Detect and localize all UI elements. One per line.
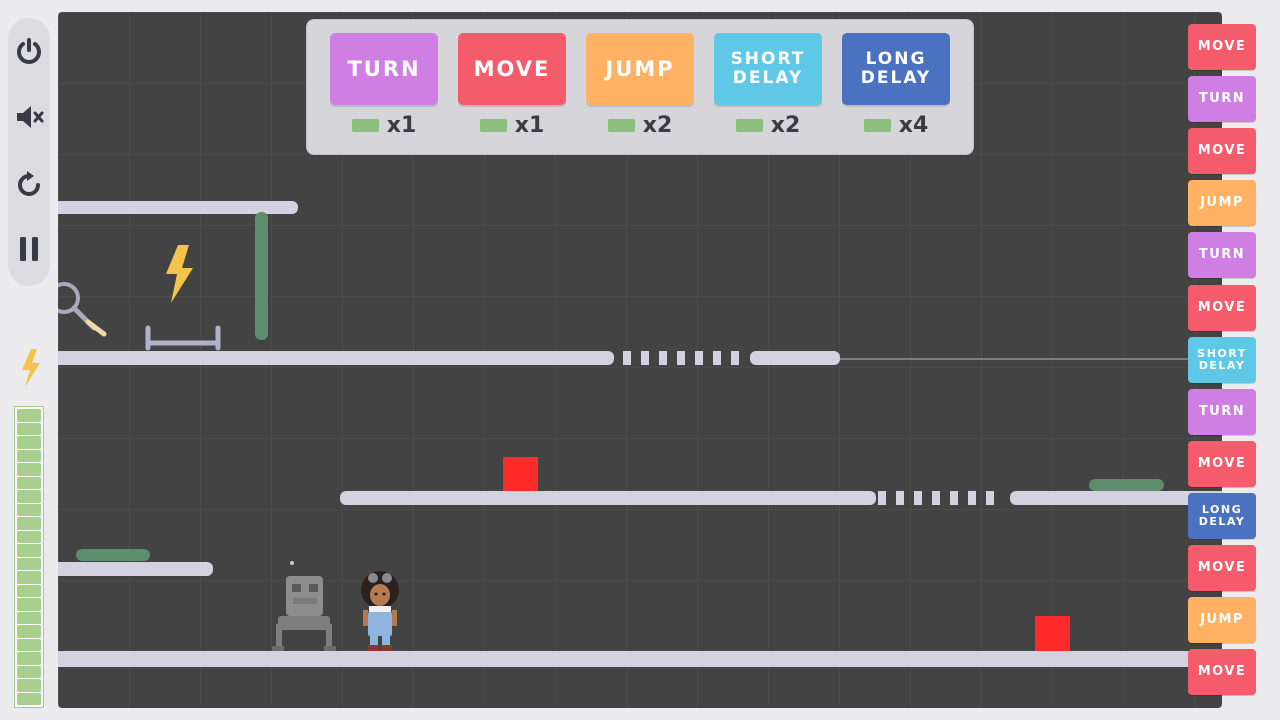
hazard-block <box>1035 616 1070 651</box>
count-label: x1 <box>386 112 417 138</box>
energy-segment <box>17 652 41 665</box>
queue-item[interactable]: MOVE <box>1188 285 1256 331</box>
queue-item[interactable]: TURN <box>1188 232 1256 278</box>
energy-segment <box>17 679 41 692</box>
queue-item[interactable]: MOVE <box>1188 649 1256 695</box>
count-label: x1 <box>514 112 545 138</box>
queue-item[interactable]: MOVE <box>1188 24 1256 70</box>
restart-icon[interactable] <box>14 170 44 200</box>
energy-segment <box>17 665 41 678</box>
control-bar <box>8 18 50 286</box>
energy-segment <box>17 530 41 543</box>
queue-item[interactable]: MOVE <box>1188 441 1256 487</box>
count-bar <box>479 118 507 132</box>
energy-segment <box>17 584 41 597</box>
platform <box>340 491 876 505</box>
platform <box>58 562 213 576</box>
queue-item[interactable]: TURN <box>1188 389 1256 435</box>
queue-item[interactable]: JUMP <box>1188 597 1256 643</box>
jump-count: x2 <box>586 112 694 138</box>
player-character <box>361 571 399 651</box>
energy-segment <box>17 544 41 557</box>
platform <box>58 351 614 365</box>
count-label: x2 <box>770 112 801 138</box>
energy-segment <box>17 598 41 611</box>
lightning-icon <box>19 348 43 388</box>
turn-command-tile[interactable]: TURN <box>330 33 438 105</box>
floor <box>58 651 1222 667</box>
short-delay-count: x2 <box>714 112 822 138</box>
pause-icon[interactable] <box>14 234 44 264</box>
switch-pad <box>76 549 150 561</box>
platform <box>750 351 840 365</box>
hazard-block <box>503 457 538 492</box>
count-bar <box>863 118 891 132</box>
count-bar <box>607 118 635 132</box>
energy-segment <box>17 476 41 489</box>
command-palette: TURN x1 MOVE x1 JUMP x2 SHORT DELAY x2 L… <box>306 19 974 155</box>
power-icon[interactable] <box>14 36 44 66</box>
energy-segment <box>17 449 41 462</box>
count-label: x4 <box>898 112 929 138</box>
energy-segment <box>17 503 41 516</box>
queue-item[interactable]: MOVE <box>1188 545 1256 591</box>
energy-segment <box>17 463 41 476</box>
energy-segment <box>17 571 41 584</box>
robot-sprite <box>272 561 336 651</box>
turn-count: x1 <box>330 112 438 138</box>
energy-segment <box>17 611 41 624</box>
queue-item[interactable]: JUMP <box>1188 180 1256 226</box>
energy-segment <box>17 557 41 570</box>
count-label: x2 <box>642 112 673 138</box>
energy-segment <box>17 409 41 422</box>
long-delay-command-tile[interactable]: LONG DELAY <box>842 33 950 105</box>
energy-segment <box>17 490 41 503</box>
energy-segment <box>17 422 41 435</box>
mute-icon[interactable] <box>14 102 44 132</box>
energy-segment <box>17 638 41 651</box>
energy-segment <box>17 517 41 530</box>
count-bar <box>735 118 763 132</box>
jump-command-tile[interactable]: JUMP <box>586 33 694 105</box>
queue-item[interactable]: SHORT DELAY <box>1188 337 1256 383</box>
dashed-bridge <box>623 351 739 365</box>
bench <box>145 325 221 351</box>
queue-item[interactable]: TURN <box>1188 76 1256 122</box>
pole <box>255 212 268 340</box>
queue-item[interactable]: MOVE <box>1188 128 1256 174</box>
move-count: x1 <box>458 112 566 138</box>
dashed-bridge <box>878 491 994 505</box>
move-command-tile[interactable]: MOVE <box>458 33 566 105</box>
program-queue: MOVE TURN MOVE JUMP TURN MOVE SHORT DELAY TURN M… <box>1188 24 1256 704</box>
queue-item[interactable]: LONG DELAY <box>1188 493 1256 539</box>
energy-segment <box>17 692 41 705</box>
short-delay-command-tile[interactable]: SHORT DELAY <box>714 33 822 105</box>
count-bar <box>351 118 379 132</box>
lightning-pickup <box>166 245 193 303</box>
energy-meter <box>14 406 44 708</box>
energy-segment <box>17 436 41 449</box>
switch-pad <box>1089 479 1164 491</box>
energy-segment <box>17 625 41 638</box>
long-delay-count: x4 <box>842 112 950 138</box>
magnifier-icon <box>58 282 107 337</box>
